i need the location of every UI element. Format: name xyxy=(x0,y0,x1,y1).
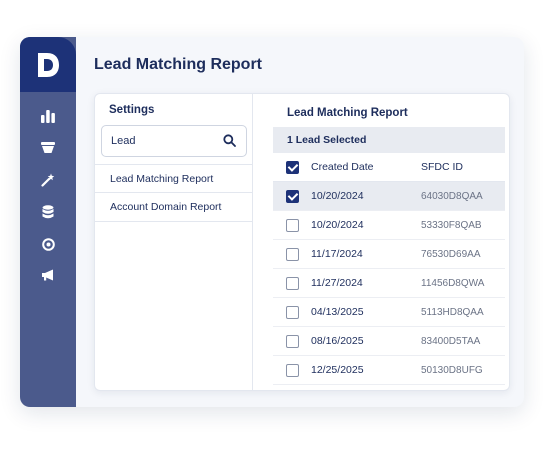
select-all-checkbox[interactable] xyxy=(286,161,299,174)
table-row[interactable]: 08/16/2025 83400D5TAA xyxy=(273,327,505,356)
app-window: Lead Matching Report Settings Lead Lead … xyxy=(20,37,524,407)
report-card: Settings Lead Lead Matching Report Accou… xyxy=(94,93,510,391)
settings-item-account-domain-report[interactable]: Account Domain Report xyxy=(95,193,253,222)
search-value[interactable]: Lead xyxy=(111,135,135,147)
settings-title: Settings xyxy=(109,104,155,116)
cell-sfdc-id: 76530D69AA xyxy=(421,249,481,260)
settings-panel: Settings Lead Lead Matching Report Accou… xyxy=(95,94,253,390)
cell-created-date: 10/20/2024 xyxy=(311,190,364,202)
table-row[interactable]: 10/20/2024 53330F8QAB xyxy=(273,211,505,240)
report-panel: Lead Matching Report 1 Lead Selected Cre… xyxy=(273,94,505,390)
brand-logo[interactable] xyxy=(20,37,76,92)
table-row[interactable]: 04/13/2025 5113HD8QAA xyxy=(273,298,505,327)
row-checkbox[interactable] xyxy=(286,277,299,290)
bar-chart-icon[interactable] xyxy=(37,108,59,124)
row-checkbox[interactable] xyxy=(286,219,299,232)
cell-sfdc-id: 53330F8QAB xyxy=(421,220,482,231)
row-checkbox[interactable] xyxy=(286,335,299,348)
cell-sfdc-id: 83400D5TAA xyxy=(421,336,481,347)
column-header-created-date[interactable]: Created Date xyxy=(311,153,373,182)
row-checkbox[interactable] xyxy=(286,248,299,261)
sidebar-rail xyxy=(20,37,76,407)
table-row[interactable]: 12/25/2025 50130D8UFG xyxy=(273,356,505,385)
cell-created-date: 04/13/2025 xyxy=(311,306,364,318)
table-header-row: Created Date SFDC ID xyxy=(273,153,505,182)
search-input[interactable]: Lead xyxy=(101,125,247,157)
table-row[interactable]: 11/27/2024 11456D8QWA xyxy=(273,269,505,298)
target-icon[interactable] xyxy=(37,236,59,252)
search-icon[interactable] xyxy=(223,134,236,152)
report-title: Lead Matching Report xyxy=(287,107,408,119)
funnel-icon[interactable] xyxy=(37,140,59,156)
row-checkbox[interactable] xyxy=(286,190,299,203)
database-icon[interactable] xyxy=(37,204,59,220)
row-checkbox[interactable] xyxy=(286,306,299,319)
selection-summary: 1 Lead Selected xyxy=(273,127,505,153)
logo-d-icon xyxy=(38,52,59,77)
megaphone-icon[interactable] xyxy=(37,267,59,283)
settings-item-lead-matching-report[interactable]: Lead Matching Report xyxy=(95,164,253,193)
column-header-sfdc-id[interactable]: SFDC ID xyxy=(421,153,463,182)
cell-sfdc-id: 5113HD8QAA xyxy=(421,307,484,318)
page-title: Lead Matching Report xyxy=(94,56,263,73)
cell-sfdc-id: 11456D8QWA xyxy=(421,278,485,289)
magic-wand-icon[interactable] xyxy=(37,172,59,188)
cell-sfdc-id: 64030D8QAA xyxy=(421,191,483,202)
cell-created-date: 11/27/2024 xyxy=(311,277,363,289)
cell-created-date: 08/16/2025 xyxy=(311,335,364,347)
cell-sfdc-id: 50130D8UFG xyxy=(421,365,483,376)
table-row[interactable]: 10/20/2024 64030D8QAA xyxy=(273,182,505,211)
table-row[interactable]: 11/17/2024 76530D69AA xyxy=(273,240,505,269)
cell-created-date: 11/17/2024 xyxy=(311,248,363,260)
cell-created-date: 10/20/2024 xyxy=(311,219,364,231)
row-checkbox[interactable] xyxy=(286,364,299,377)
cell-created-date: 12/25/2025 xyxy=(311,364,364,376)
